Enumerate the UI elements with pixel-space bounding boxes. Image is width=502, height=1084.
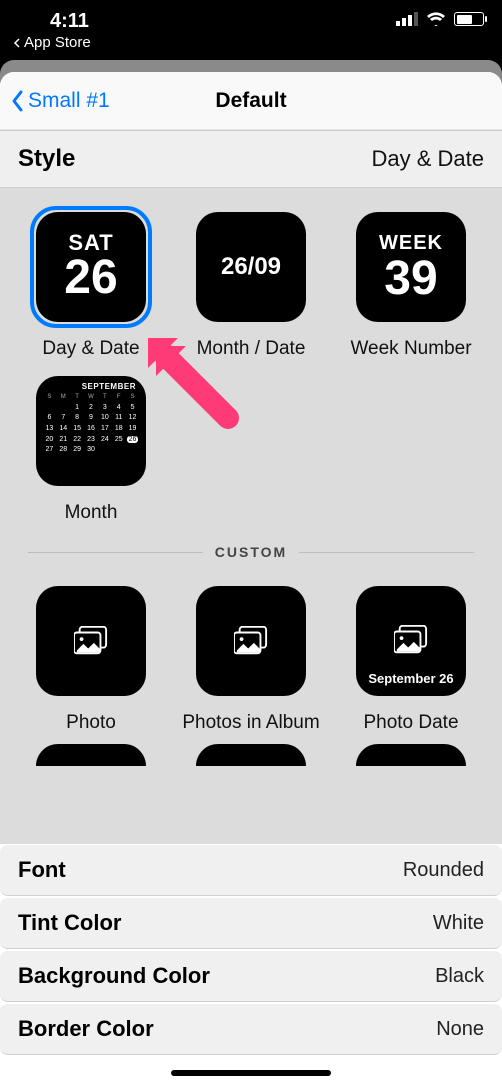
style-caption: Month / Date (197, 338, 306, 362)
style-option-week-number[interactable]: WEEK 39 Week Number (334, 206, 488, 362)
setting-value: Black (435, 965, 484, 988)
style-label: Style (18, 145, 75, 173)
photo-icon (394, 625, 428, 655)
custom-caption: Photo (66, 712, 116, 736)
setting-value: Rounded (403, 859, 484, 882)
settings-list: Font Rounded Tint Color White Background… (0, 844, 502, 1056)
custom-option-photo[interactable]: Photo (14, 580, 168, 736)
style-option-month-date[interactable]: 26/09 Month / Date (174, 206, 328, 362)
tile-month-header: SEPTEMBER (44, 382, 138, 394)
breadcrumb-back[interactable]: App Store (12, 34, 91, 51)
custom-divider: CUSTOM (0, 534, 502, 570)
tile-week-number: 39 (384, 255, 437, 303)
cellular-icon (396, 12, 418, 26)
style-value: Day & Date (372, 146, 485, 172)
setting-font[interactable]: Font Rounded (0, 844, 502, 896)
setting-background-color[interactable]: Background Color Black (0, 950, 502, 1002)
custom-option-photo-date[interactable]: September 26 Photo Date (334, 580, 488, 736)
style-option-month[interactable]: SEPTEMBER SMTWTFS 12345 6789101112 13141… (14, 370, 168, 526)
nav-back-button[interactable]: Small #1 (10, 89, 110, 113)
status-bar: 4:11 App Store (0, 0, 502, 56)
modal-sheet: Small #1 Default Style Day & Date SAT 26… (0, 72, 502, 1084)
setting-tint-color[interactable]: Tint Color White (0, 897, 502, 949)
wifi-icon (426, 12, 446, 26)
style-option-day-date[interactable]: SAT 26 Day & Date (14, 206, 168, 362)
partial-row (0, 744, 502, 766)
setting-border-color[interactable]: Border Color None (0, 1003, 502, 1055)
style-caption: Day & Date (42, 338, 139, 362)
setting-value: White (433, 912, 484, 935)
photo-icon (74, 626, 108, 656)
setting-label: Background Color (18, 963, 210, 989)
setting-label: Tint Color (18, 910, 121, 936)
custom-grid: Photo Photos in Album September 26 Photo… (0, 570, 502, 744)
status-time: 4:11 (50, 10, 89, 33)
custom-caption: Photo Date (363, 712, 458, 736)
setting-value: None (436, 1018, 484, 1041)
page-title: Default (215, 89, 286, 113)
tile-photo-date: September 26 (368, 671, 453, 686)
content-scroll[interactable]: Style Day & Date SAT 26 Day & Date 26/09 (0, 130, 502, 844)
breadcrumb-back-label: App Store (24, 34, 91, 51)
status-icons (396, 12, 484, 26)
tile-date: 26 (64, 254, 117, 302)
custom-option-photos-album[interactable]: Photos in Album (174, 580, 328, 736)
style-caption: Week Number (350, 338, 471, 362)
nav-bar: Small #1 Default (0, 72, 502, 130)
partial-tile[interactable] (36, 744, 146, 766)
photo-icon (234, 626, 268, 656)
battery-icon (454, 12, 484, 26)
style-row[interactable]: Style Day & Date (0, 130, 502, 188)
custom-caption: Photos in Album (182, 712, 319, 736)
style-caption: Month (65, 502, 118, 526)
tile-month-calendar: SMTWTFS 12345 6789101112 13141516171819 … (44, 394, 138, 454)
partial-tile[interactable] (196, 744, 306, 766)
setting-label: Font (18, 857, 66, 883)
nav-back-label: Small #1 (28, 89, 110, 113)
style-grid: SAT 26 Day & Date 26/09 Month / Date W (0, 188, 502, 534)
home-indicator (171, 1070, 331, 1076)
setting-label: Border Color (18, 1016, 154, 1042)
partial-tile[interactable] (356, 744, 466, 766)
custom-divider-label: CUSTOM (215, 544, 287, 560)
tile-monthdate: 26/09 (221, 253, 281, 281)
